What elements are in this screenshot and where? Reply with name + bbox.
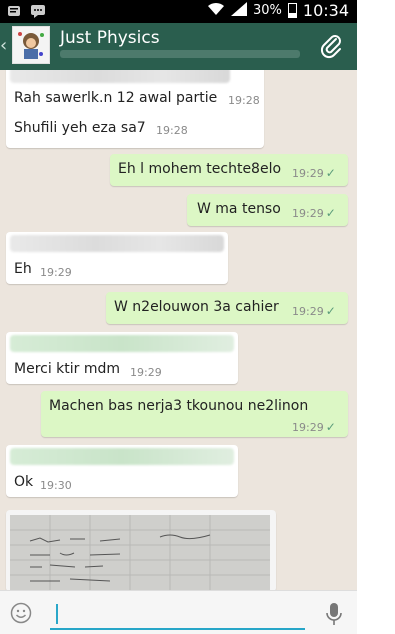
sender-name-redacted [10, 235, 224, 252]
message-text: Machen bas nerja3 tkounou ne2linon [49, 398, 309, 414]
group-avatar[interactable] [12, 26, 50, 64]
notification-icon [6, 3, 22, 19]
message-bubble-outgoing[interactable]: W ma tenso 19:29 ✓ [187, 194, 348, 226]
message-time: 19:29 [292, 207, 324, 220]
sent-check-icon: ✓ [325, 206, 336, 220]
message-text: Rah sawerlk.n 12 awal partie [14, 90, 218, 106]
message-time: 19:29 [130, 366, 162, 379]
message-time: 19:29 [292, 305, 324, 318]
message-bubble-incoming[interactable]: Eh 19:29 [6, 232, 228, 284]
message-time: 19:28 [156, 124, 188, 137]
photo-thumbnail [10, 515, 270, 590]
message-list[interactable]: Rah sawerlk.n 12 awal partie 19:28 Shufi… [0, 70, 357, 590]
message-time: 19:29 [40, 266, 72, 279]
battery-icon [287, 3, 297, 18]
message-bubble-incoming[interactable]: Merci ktir mdm 19:29 [6, 332, 238, 384]
sent-check-icon: ✓ [325, 304, 336, 318]
participants-redacted [60, 50, 300, 58]
paperclip-icon[interactable] [319, 33, 345, 59]
chat-header: ‹ Just Physics [0, 23, 357, 70]
message-bubble-outgoing[interactable]: Machen bas nerja3 tkounou ne2linon 19:29… [41, 391, 348, 437]
sent-check-icon: ✓ [325, 420, 336, 434]
chat-title[interactable]: Just Physics [60, 28, 160, 48]
message-text: Eh l mohem techte8elo [118, 161, 282, 177]
message-text: Ok [14, 474, 34, 490]
battery-percent: 30% [252, 3, 282, 18]
status-bar: 30% 10:34 [0, 0, 357, 23]
message-time: 19:29 [292, 167, 324, 180]
message-bubble-outgoing[interactable]: W n2elouwon 3a cahier 19:29 ✓ [106, 292, 348, 324]
message-bubble-incoming[interactable]: Ok 19:30 [6, 445, 238, 497]
message-bubble-incoming[interactable]: Rah sawerlk.n 12 awal partie 19:28 Shufi… [6, 70, 264, 148]
compose-bar [0, 590, 357, 634]
clock: 10:34 [302, 1, 349, 20]
sent-check-icon: ✓ [325, 166, 336, 180]
message-time: 19:28 [228, 94, 260, 107]
message-text: W n2elouwon 3a cahier [114, 299, 279, 315]
message-text: W ma tenso [197, 201, 281, 217]
text-cursor [56, 604, 58, 624]
emoji-icon[interactable] [10, 602, 32, 624]
chat-notification-icon [30, 3, 46, 19]
sender-name-redacted [10, 448, 234, 465]
back-icon[interactable]: ‹ [0, 35, 7, 56]
phone-screen: 30% 10:34 ‹ Just Physics Rah sawerlk.n 1… [0, 0, 357, 634]
message-text: Eh [14, 261, 32, 277]
message-bubble-outgoing[interactable]: Eh l mohem techte8elo 19:29 ✓ [110, 154, 348, 186]
microphone-icon[interactable] [325, 602, 343, 626]
message-time: 19:30 [40, 479, 72, 492]
message-time: 19:29 [292, 421, 324, 434]
message-input[interactable] [50, 598, 305, 630]
message-text: Merci ktir mdm [14, 361, 121, 377]
sender-name-redacted [10, 70, 230, 83]
message-text: Shufili yeh eza sa7 [14, 120, 146, 136]
image-message[interactable] [6, 510, 276, 590]
sender-name-redacted [10, 335, 234, 352]
signal-icon [230, 1, 247, 20]
wifi-icon [207, 2, 225, 20]
